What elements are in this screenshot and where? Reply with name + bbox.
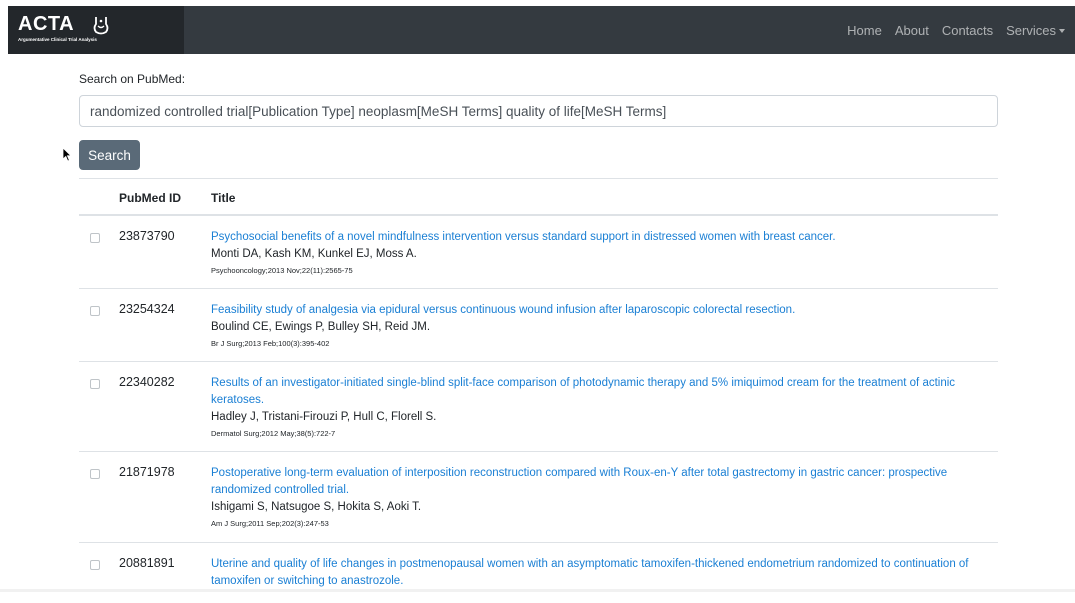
- search-button[interactable]: Search: [79, 140, 140, 170]
- article-journal: Dermatol Surg;2012 May;38(5):722-7: [211, 429, 336, 438]
- results-table: PubMed ID Title 23873790 Psychosocial be…: [79, 178, 998, 603]
- article-authors: Monti DA, Kash KM, Kunkel EJ, Moss A.: [211, 248, 417, 260]
- title-header: Title: [211, 191, 236, 205]
- row-content: Psychosocial benefits of a novel mindful…: [211, 229, 991, 277]
- brand-subtitle: Argumentative Clinical Trial Analysis: [18, 37, 97, 42]
- table-row: 23873790 Psychosocial benefits of a nove…: [79, 216, 998, 289]
- pubmed-id-header: PubMed ID: [119, 191, 181, 205]
- article-title-link[interactable]: Postoperative long-term evaluation of in…: [211, 465, 991, 499]
- brand-logo[interactable]: ACTA Argumentative Clinical Trial Analys…: [8, 6, 184, 54]
- row-checkbox[interactable]: [90, 233, 100, 243]
- row-checkbox[interactable]: [90, 306, 100, 316]
- row-pubmed-id: 23254324: [119, 302, 175, 316]
- brand-name: ACTA: [18, 13, 75, 35]
- nav-about-link[interactable]: About: [895, 23, 929, 38]
- article-authors: Ishigami S, Natsugoe S, Hokita S, Aoki T…: [211, 501, 422, 513]
- article-authors: Boulind CE, Ewings P, Bulley SH, Reid JM…: [211, 321, 431, 333]
- article-title-link[interactable]: Feasibility study of analgesia via epidu…: [211, 302, 991, 319]
- pubmed-search-input[interactable]: [79, 95, 998, 127]
- search-label: Search on PubMed:: [79, 72, 186, 86]
- table-header: PubMed ID Title: [79, 178, 998, 216]
- nav-home-link[interactable]: Home: [847, 23, 882, 38]
- row-pubmed-id: 20881891: [119, 556, 175, 570]
- row-content: Feasibility study of analgesia via epidu…: [211, 302, 991, 350]
- table-row: 20881891 Uterine and quality of life cha…: [79, 543, 998, 603]
- nav-links: Home About Contacts Services: [834, 6, 1065, 54]
- nav-services-label: Services: [1006, 22, 1056, 38]
- row-pubmed-id: 22340282: [119, 375, 175, 389]
- article-title-link[interactable]: Uterine and quality of life changes in p…: [211, 556, 991, 590]
- row-pubmed-id: 23873790: [119, 229, 175, 243]
- article-journal: Am J Surg;2011 Sep;202(3):247-53: [211, 519, 329, 528]
- nav-contacts-link[interactable]: Contacts: [942, 23, 993, 38]
- article-authors: Hadley J, Tristani-Firouzi P, Hull C, Fl…: [211, 411, 437, 423]
- row-content: Results of an investigator-initiated sin…: [211, 375, 991, 440]
- article-journal: Psychooncology;2013 Nov;22(11):2565-75: [211, 266, 353, 275]
- row-checkbox[interactable]: [90, 379, 100, 389]
- navbar: ACTA Argumentative Clinical Trial Analys…: [8, 6, 1075, 54]
- row-checkbox[interactable]: [90, 560, 100, 570]
- row-pubmed-id: 21871978: [119, 465, 175, 479]
- article-title-link[interactable]: Results of an investigator-initiated sin…: [211, 375, 991, 409]
- row-content: Uterine and quality of life changes in p…: [211, 556, 991, 592]
- article-journal: Br J Surg;2013 Feb;100(3):395-402: [211, 339, 330, 348]
- table-row: 21871978 Postoperative long-term evaluat…: [79, 452, 998, 543]
- row-content: Postoperative long-term evaluation of in…: [211, 465, 991, 530]
- caret-down-icon: [1059, 29, 1065, 34]
- table-row: 23254324 Feasibility study of analgesia …: [79, 289, 998, 362]
- flask-logo-icon: [93, 17, 109, 35]
- article-title-link[interactable]: Psychosocial benefits of a novel mindful…: [211, 229, 991, 246]
- nav-services-dropdown[interactable]: Services: [1006, 23, 1065, 38]
- row-checkbox[interactable]: [90, 469, 100, 479]
- table-row: 22340282 Results of an investigator-init…: [79, 362, 998, 452]
- mouse-cursor-icon: [62, 147, 72, 162]
